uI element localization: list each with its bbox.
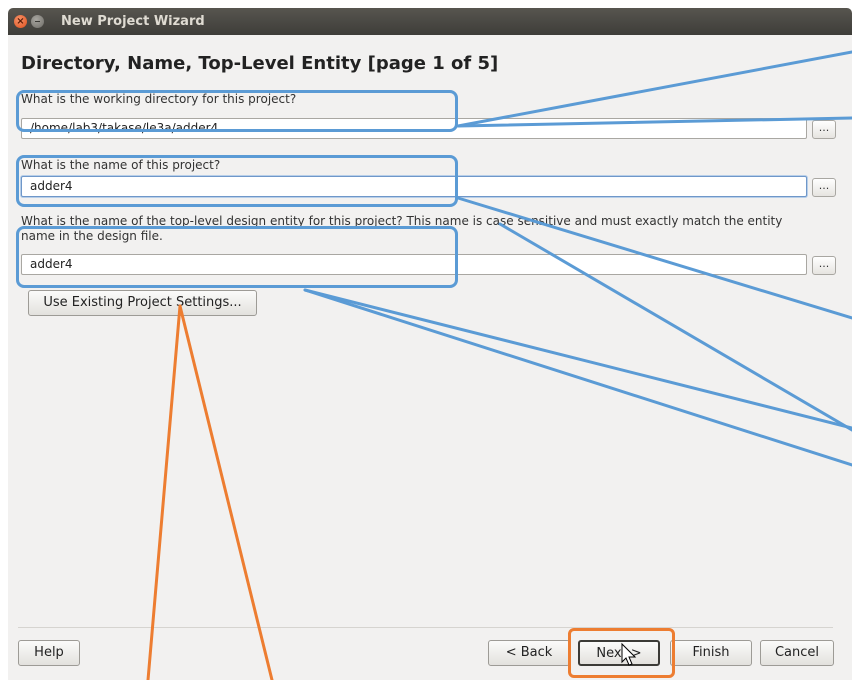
back-button[interactable]: < Back <box>488 640 570 666</box>
cancel-button[interactable]: Cancel <box>760 640 834 666</box>
top-level-entity-highlight <box>16 226 458 288</box>
footer-divider <box>18 627 833 628</box>
project-name-highlight <box>16 155 458 207</box>
minimize-icon[interactable] <box>31 15 44 28</box>
working-directory-browse-button[interactable]: ... <box>812 120 836 139</box>
use-existing-settings-button[interactable]: Use Existing Project Settings... <box>28 290 257 316</box>
close-icon[interactable]: × <box>14 15 27 28</box>
working-directory-highlight <box>16 90 458 132</box>
project-name-browse-button[interactable]: ... <box>812 178 836 197</box>
page-heading: Directory, Name, Top-Level Entity [page … <box>21 53 499 74</box>
title-bar: × New Project Wizard <box>8 8 852 35</box>
top-level-entity-browse-button[interactable]: ... <box>812 256 836 275</box>
finish-button[interactable]: Finish <box>670 640 752 666</box>
window-title: New Project Wizard <box>61 14 205 29</box>
next-button-highlight <box>568 628 675 678</box>
help-button[interactable]: Help <box>18 640 80 666</box>
